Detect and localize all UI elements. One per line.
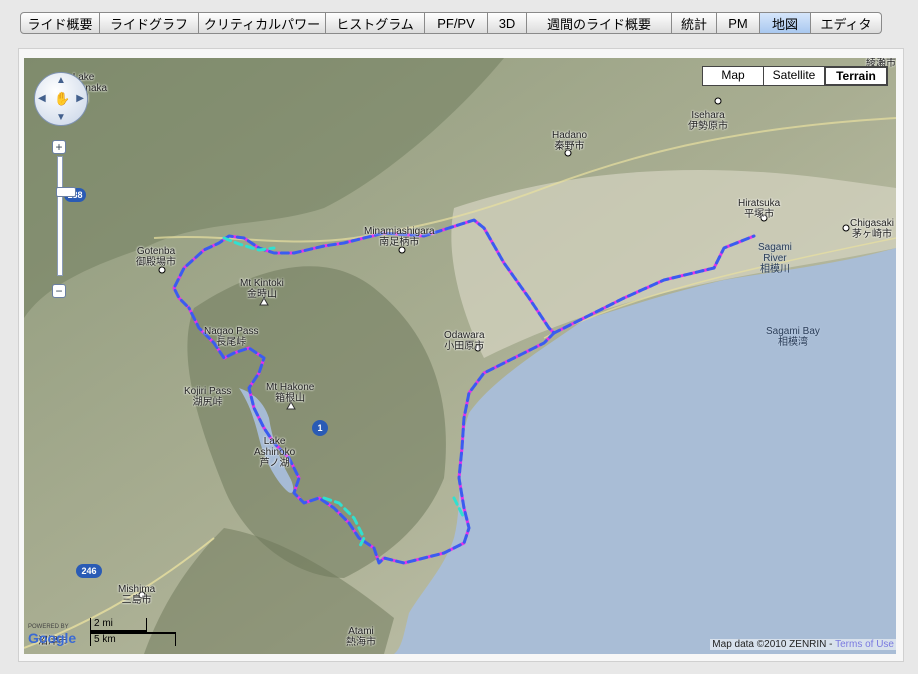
zoom-control: + − xyxy=(52,140,76,298)
tab-1[interactable]: ライドグラフ xyxy=(100,12,199,34)
label-odawara: Odawara 小田原市 xyxy=(444,330,485,352)
label-mishima: Mishima 三島市 xyxy=(118,584,156,606)
label-gotenba: Gotenba 御殿場市 xyxy=(136,246,176,268)
tab-5[interactable]: 3D xyxy=(488,12,527,34)
scale-miles: 2 mi xyxy=(90,618,147,632)
hand-icon[interactable]: ✋ xyxy=(54,91,70,107)
tab-9[interactable]: 地図 xyxy=(760,12,811,34)
marker-isehara xyxy=(714,97,722,105)
marker-chigasaki xyxy=(842,224,850,232)
tab-0[interactable]: ライド概要 xyxy=(20,12,100,34)
label-lake-ashinoko: Lake Ashinoko 芦ノ湖 xyxy=(254,436,296,469)
scale-km: 5 km xyxy=(90,632,176,646)
label-hadano: Hadano 秦野市 xyxy=(552,130,588,152)
label-mt-hakone: Mt Hakone 箱根山 xyxy=(266,382,315,404)
zoom-slider-track[interactable] xyxy=(56,156,76,276)
tab-2[interactable]: クリティカルパワー xyxy=(199,12,326,34)
tab-4[interactable]: PF/PV xyxy=(425,12,488,34)
google-logo[interactable]: POWERED BY Google xyxy=(28,624,76,646)
tab-10[interactable]: エディタ xyxy=(811,12,882,34)
zoom-in-button[interactable]: + xyxy=(52,140,66,154)
label-mt-kintoki: Mt Kintoki 金時山 xyxy=(240,278,284,300)
map-type-terrain-button[interactable]: Terrain xyxy=(824,66,888,86)
route-246-shield: 246 xyxy=(76,564,102,578)
route-1-shield: 1 xyxy=(312,420,328,436)
pan-left-icon[interactable]: ◀ xyxy=(38,93,46,104)
label-sagami-bay: Sagami Bay 相模湾 xyxy=(766,326,820,348)
tab-8[interactable]: PM xyxy=(717,12,760,34)
map-view[interactable]: LakeYamanaka湖 Gotenba御殿場市 Minamiashigara… xyxy=(24,58,896,654)
pan-up-icon[interactable]: ▲ xyxy=(56,75,66,86)
label-sagami-river: Sagami River 相模川 xyxy=(758,242,792,275)
tab-bar: ライド概要 ライドグラフ クリティカルパワー ヒストグラム PF/PV 3D 週間のライド概… xyxy=(20,12,882,34)
map-type-map-button[interactable]: Map xyxy=(702,66,764,86)
pan-right-icon[interactable]: ▶ xyxy=(76,93,84,104)
tab-6[interactable]: 週間のライド概要 xyxy=(527,12,672,34)
label-isehara: Isehara 伊勢原市 xyxy=(688,110,728,132)
zoom-slider-knob[interactable] xyxy=(56,187,76,197)
zoom-out-button[interactable]: − xyxy=(52,284,66,298)
map-type-satellite-button[interactable]: Satellite xyxy=(763,66,825,86)
label-nagao-pass: Nagao Pass 長尾峠 xyxy=(204,326,259,348)
label-atami: Atami 熱海市 xyxy=(346,626,376,648)
tab-3[interactable]: ヒストグラム xyxy=(326,12,425,34)
pan-control[interactable]: ▲ ▼ ◀ ▶ ✋ xyxy=(34,72,88,126)
label-minamiashigara: Minamiashigara 南足柄市 xyxy=(364,226,435,248)
terrain-map xyxy=(24,58,896,654)
map-type-control: Map Satellite Terrain xyxy=(702,66,888,86)
terms-of-use-link[interactable]: Terms of Use xyxy=(835,639,894,650)
tab-7[interactable]: 統計 xyxy=(672,12,717,34)
scale-bar: 2 mi 5 km xyxy=(90,618,180,648)
label-hiratsuka: Hiratsuka 平塚市 xyxy=(738,198,781,220)
label-kojiri-pass: Kojiri Pass 湖尻峠 xyxy=(184,386,232,408)
google-logo-text: Google xyxy=(28,630,77,646)
map-copyright: Map data ©2010 ZENRIN - Terms of Use xyxy=(710,639,896,650)
pan-down-icon[interactable]: ▼ xyxy=(56,112,66,123)
label-chigasaki: Chigasaki 茅ヶ崎市 xyxy=(850,218,894,240)
